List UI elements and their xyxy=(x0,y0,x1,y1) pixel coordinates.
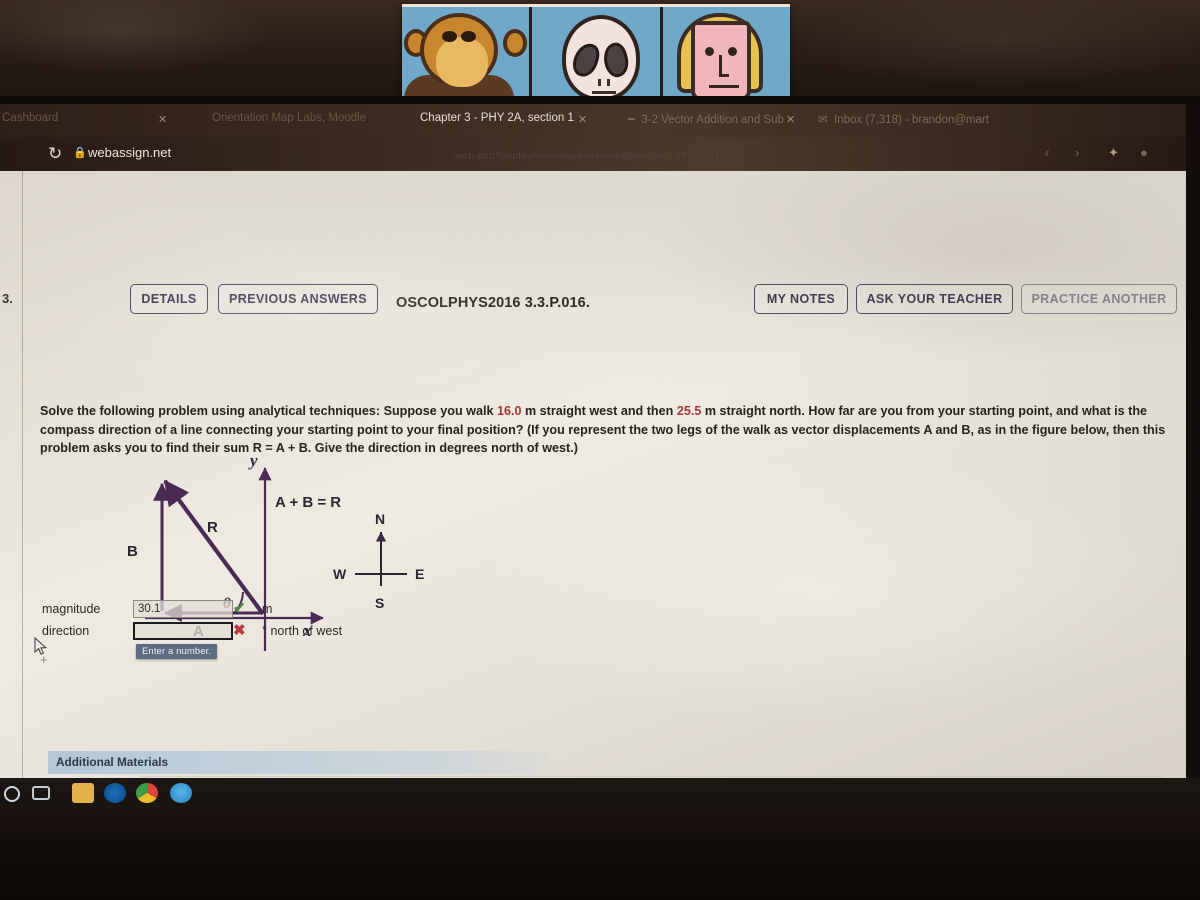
problem-line2: compass direction of a line connecting y… xyxy=(40,422,1140,437)
photo-of-laptop-screen: Cashboard ✕ Orientation Map Labs, Moodle… xyxy=(0,0,1200,900)
browser-tab-4[interactable]: ✉ Inbox (7,318) - brandon@mart xyxy=(818,112,989,126)
laptop-bezel-bottom: ovo xyxy=(0,806,1200,900)
direction-input[interactable] xyxy=(133,622,233,640)
magnitude-unit: m xyxy=(262,602,273,616)
practice-another-button-q3[interactable]: PRACTICE ANOTHER xyxy=(1021,284,1177,314)
monkey-head-icon xyxy=(420,13,498,87)
url-ghost-text: web.php?deployment=tagit=assess&question… xyxy=(455,151,721,162)
human-eye-right-icon xyxy=(727,47,737,56)
browser-back-icon[interactable]: ‹ xyxy=(1045,145,1049,160)
value-north: 25.5 xyxy=(676,404,702,418)
lock-icon: 🔒 xyxy=(73,147,87,159)
browser-menu-icon[interactable]: ● xyxy=(1140,145,1148,160)
question-number-3: 3. xyxy=(2,291,13,306)
monkey-eye-left-icon xyxy=(442,31,457,42)
tab-close-icon-2[interactable]: ✕ xyxy=(578,113,587,126)
magnitude-correct-icon: ✔ xyxy=(233,600,246,617)
webassign-page: 3. DETAILS PREVIOUS ANSWERS OSCOLPHYS201… xyxy=(0,171,1200,790)
browser-tab-1[interactable]: Orientation Map Labs, Moodle xyxy=(212,112,366,124)
human-face-icon xyxy=(690,21,751,99)
tab-close-icon-0[interactable]: ✕ xyxy=(158,113,167,126)
browser-tab-strip: Cashboard ✕ Orientation Map Labs, Moodle… xyxy=(0,104,1200,137)
alien-eye-left-icon xyxy=(570,40,603,80)
problem-line1-b: m straight west and then xyxy=(521,404,677,418)
alien-eye-right-icon xyxy=(600,40,633,80)
task-view-icon[interactable] xyxy=(32,786,50,800)
tab-close-icon-3[interactable]: ✕ xyxy=(786,113,795,126)
compass-east-label: E xyxy=(415,566,424,582)
problem-line1-c: m straight north. How far are you from y… xyxy=(701,404,1148,418)
vector-equation-label: A + B = R xyxy=(275,494,341,511)
monkey-muzzle-icon xyxy=(436,37,488,87)
problem-statement: Solve the following problem using analyt… xyxy=(40,402,1170,458)
additional-materials-title: Additional Materials xyxy=(56,755,169,769)
bezel-right xyxy=(1186,104,1200,790)
enter-a-number-tooltip: Enter a number. xyxy=(136,644,218,659)
direction-incorrect-icon: ✖ xyxy=(233,622,246,639)
browser-forward-icon[interactable]: › xyxy=(1075,145,1079,160)
cortana-circle-icon[interactable] xyxy=(4,786,20,802)
mouse-pointer-icon xyxy=(34,637,48,655)
url-text[interactable]: webassign.net xyxy=(88,145,171,160)
browser-tab-4-label: Inbox (7,318) - brandon@mart xyxy=(834,114,989,126)
details-button-q3[interactable]: DETAILS xyxy=(130,284,208,314)
human-eye-left-icon xyxy=(704,47,714,56)
axis-y-label: y xyxy=(248,456,258,470)
human-mouth-icon xyxy=(708,85,739,88)
magnitude-input[interactable] xyxy=(133,600,233,618)
alien-mouth-icon xyxy=(592,91,617,94)
wall-behind-laptop xyxy=(0,0,1200,108)
vector-b-label: B xyxy=(127,543,138,560)
alien-head-icon xyxy=(562,15,641,99)
ask-your-teacher-button-q3[interactable]: ASK YOUR TEACHER xyxy=(856,284,1013,314)
divider-materials xyxy=(140,776,1162,777)
previous-answers-button-q3[interactable]: PREVIOUS ANSWERS xyxy=(218,284,378,314)
magnitude-label: magnitude xyxy=(42,602,101,616)
compass-west-label: W xyxy=(333,566,347,582)
problem-line3-bold: R = A + B. xyxy=(252,441,312,455)
poster-panel-alien xyxy=(532,7,659,99)
my-notes-button-q3[interactable]: MY NOTES xyxy=(754,284,848,314)
value-west: 16.0 xyxy=(496,404,522,418)
compass-south-label: S xyxy=(375,595,384,611)
monkey-eye-right-icon xyxy=(461,31,476,42)
laptop-screen: Cashboard ✕ Orientation Map Labs, Moodle… xyxy=(0,104,1200,790)
problem-line1-a: Solve the following problem using analyt… xyxy=(40,404,497,418)
browser-tab-3-label: 3-2 Vector Addition and Sub xyxy=(641,114,784,126)
internet-explorer-icon[interactable] xyxy=(104,783,126,803)
monkey-ear-right-icon xyxy=(503,29,528,57)
browser-tab-3[interactable]: ━ 3-2 Vector Addition and Sub xyxy=(628,112,784,126)
poster-panel-human xyxy=(663,7,790,99)
evolution-poster xyxy=(402,4,790,99)
file-explorer-icon[interactable] xyxy=(72,783,94,803)
compass-north-label: N xyxy=(375,511,385,527)
browser-tab-2[interactable]: Chapter 3 - PHY 2A, section 1 xyxy=(420,112,574,124)
human-nose-icon xyxy=(718,55,729,77)
reload-icon[interactable]: ↻ xyxy=(48,144,62,164)
vector-r-label: R xyxy=(207,519,218,536)
poster-panel-monkey xyxy=(402,7,529,99)
windows-taskbar: 👥 ^ ☁ ✦ 🔊 ◓ 9:11 AM 💬 xyxy=(0,778,1200,808)
chrome-icon[interactable] xyxy=(136,783,158,803)
question-code-q3: OSCOLPHYS2016 3.3.P.016. xyxy=(396,295,590,311)
alien-nose-icon xyxy=(598,79,611,86)
direction-label: direction xyxy=(42,624,90,638)
problem-line3-b: Give the direction in degrees north of w… xyxy=(311,441,578,455)
browser-extension-icon[interactable]: ✦ xyxy=(1108,145,1119,161)
browser-tab-0[interactable]: Cashboard xyxy=(2,112,58,124)
direction-unit: ° north of west xyxy=(262,624,343,638)
browser-icon[interactable] xyxy=(170,783,192,803)
